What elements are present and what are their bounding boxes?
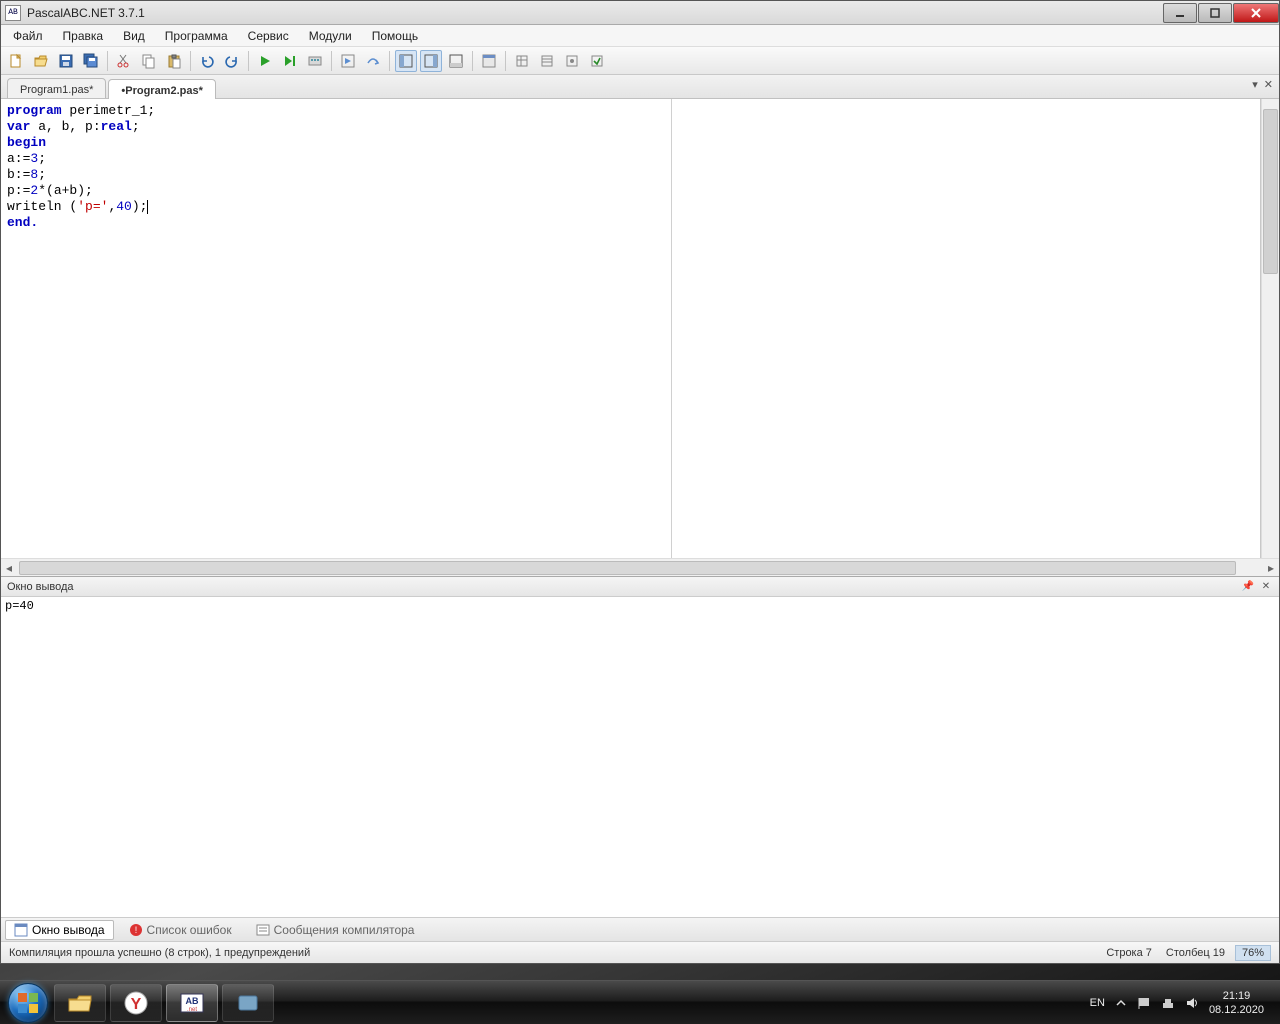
scroll-left-icon[interactable]: ◂ [1, 560, 17, 576]
new-file-button[interactable] [5, 50, 27, 72]
menu-program[interactable]: Программа [157, 27, 236, 45]
tray-network-icon[interactable] [1161, 996, 1175, 1010]
misc-button-1[interactable] [511, 50, 533, 72]
open-file-button[interactable] [30, 50, 52, 72]
svg-text:AB: AB [186, 996, 199, 1006]
misc-button-3[interactable] [561, 50, 583, 72]
output-title: Окно вывода [7, 581, 74, 593]
run-button[interactable] [254, 50, 276, 72]
editor-pane: program perimetr_1; var a, b, p:real; be… [1, 99, 1279, 558]
tray-flag-icon[interactable] [1137, 996, 1151, 1010]
panel-close-icon[interactable]: ✕ [1259, 580, 1273, 594]
horizontal-scrollbar[interactable]: ◂ ▸ [1, 558, 1279, 576]
status-column: Столбец 19 [1166, 947, 1225, 959]
close-button[interactable] [1233, 3, 1279, 23]
svg-text:Y: Y [131, 996, 142, 1013]
status-bar: Компиляция прошла успешно (8 строк), 1 п… [1, 941, 1279, 963]
menu-modules[interactable]: Модули [301, 27, 360, 45]
misc-button-4[interactable] [586, 50, 608, 72]
menu-edit[interactable]: Правка [55, 27, 112, 45]
minimize-button[interactable] [1163, 3, 1197, 23]
menu-bar: Файл Правка Вид Программа Сервис Модули … [1, 25, 1279, 47]
copy-button[interactable] [138, 50, 160, 72]
start-button[interactable] [6, 981, 50, 1024]
output-body[interactable]: p=40 [1, 597, 1279, 917]
tab-bar: Program1.pas* •Program2.pas* ▾ ✕ [1, 75, 1279, 99]
window-title: PascalABC.NET 3.7.1 [27, 6, 1162, 20]
tab-program2[interactable]: •Program2.pas* [108, 79, 216, 99]
taskbar-explorer[interactable] [54, 984, 106, 1022]
tray-language[interactable]: EN [1090, 997, 1105, 1009]
misc-button-2[interactable] [536, 50, 558, 72]
taskbar-pascalabc[interactable]: AB.net [166, 984, 218, 1022]
tab-dropdown-icon[interactable]: ▾ [1252, 78, 1258, 91]
windows-orb-icon [8, 983, 48, 1023]
toggle-panel-bottom-button[interactable] [445, 50, 467, 72]
compile-button[interactable] [304, 50, 326, 72]
tray-volume-icon[interactable] [1185, 996, 1199, 1010]
output-header: Окно вывода 📌 ✕ [1, 577, 1279, 597]
taskbar-app-2[interactable] [222, 984, 274, 1022]
status-line: Строка 7 [1106, 947, 1152, 959]
folder-icon [67, 992, 93, 1014]
save-all-button[interactable] [80, 50, 102, 72]
yandex-icon: Y [123, 990, 149, 1016]
bottom-tab-compiler[interactable]: Сообщения компилятора [247, 920, 424, 940]
menu-view[interactable]: Вид [115, 27, 153, 45]
pascalabc-icon: AB.net [179, 992, 205, 1014]
menu-help[interactable]: Помощь [364, 27, 426, 45]
undo-button[interactable] [196, 50, 218, 72]
maximize-button[interactable] [1198, 3, 1232, 23]
bottom-tab-output[interactable]: Окно вывода [5, 920, 114, 940]
app-window: AB PascalABC.NET 3.7.1 Файл Правка Вид П… [0, 0, 1280, 964]
pin-icon[interactable]: 📌 [1241, 580, 1255, 594]
bottom-tab-bar: Окно вывода ! Список ошибок Сообщения ко… [1, 917, 1279, 941]
taskbar-browser[interactable]: Y [110, 984, 162, 1022]
scroll-right-icon[interactable]: ▸ [1263, 560, 1279, 576]
form-designer-button[interactable] [478, 50, 500, 72]
app-icon [235, 992, 261, 1014]
menu-service[interactable]: Сервис [240, 27, 297, 45]
tab-program1[interactable]: Program1.pas* [7, 78, 106, 98]
fold-guide [671, 99, 672, 558]
step-over-button[interactable] [362, 50, 384, 72]
toggle-panel-left-button[interactable] [395, 50, 417, 72]
status-zoom[interactable]: 76% [1235, 945, 1271, 961]
save-button[interactable] [55, 50, 77, 72]
run-no-debug-button[interactable] [279, 50, 301, 72]
title-bar: AB PascalABC.NET 3.7.1 [1, 1, 1279, 25]
tray-clock[interactable]: 21:19 08.12.2020 [1209, 989, 1264, 1017]
paste-button[interactable] [163, 50, 185, 72]
output-window-icon [14, 923, 28, 937]
compiler-messages-icon [256, 923, 270, 937]
system-tray: EN 21:19 08.12.2020 [1080, 989, 1274, 1017]
code-editor[interactable]: program perimetr_1; var a, b, p:real; be… [1, 99, 1261, 558]
svg-text:.net: .net [187, 1007, 197, 1013]
output-panel: Окно вывода 📌 ✕ p=40 Окно вывода ! Списо… [1, 576, 1279, 963]
redo-button[interactable] [221, 50, 243, 72]
app-icon: AB [5, 5, 21, 21]
horizontal-scroll-thumb[interactable] [19, 561, 1236, 575]
tab-close-icon[interactable]: ✕ [1264, 78, 1273, 91]
tray-chevron-icon[interactable] [1115, 997, 1127, 1009]
menu-file[interactable]: Файл [5, 27, 51, 45]
toolbar [1, 47, 1279, 75]
bottom-tab-errors[interactable]: ! Список ошибок [120, 920, 241, 940]
vertical-scrollbar[interactable] [1261, 99, 1279, 558]
text-caret [147, 200, 148, 214]
taskbar: Y AB.net EN 21:19 08.12.2020 [0, 980, 1280, 1024]
step-into-button[interactable] [337, 50, 359, 72]
error-list-icon: ! [129, 923, 143, 937]
toggle-panel-right-button[interactable] [420, 50, 442, 72]
cut-button[interactable] [113, 50, 135, 72]
vertical-scroll-thumb[interactable] [1263, 109, 1278, 274]
status-compile-text: Компиляция прошла успешно (8 строк), 1 п… [9, 947, 310, 959]
svg-text:!: ! [134, 925, 137, 935]
